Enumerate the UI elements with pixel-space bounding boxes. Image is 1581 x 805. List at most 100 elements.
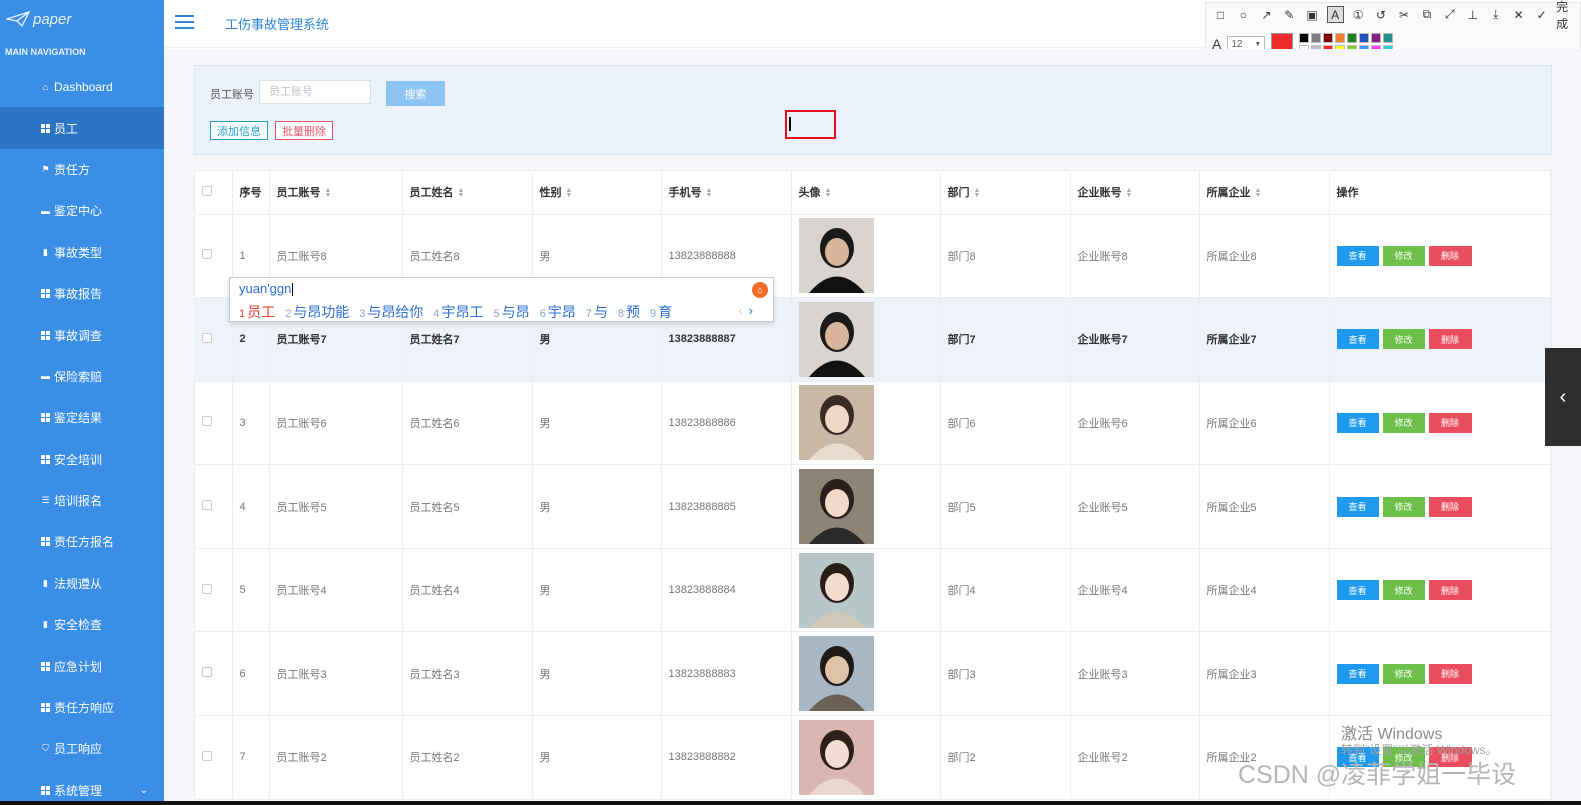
edit-button[interactable]: 修改 bbox=[1382, 329, 1425, 350]
avatar-photo[interactable] bbox=[798, 301, 874, 377]
view-button[interactable]: 查看 bbox=[1336, 412, 1379, 433]
sidebar-item[interactable]: ⛉ 员工响应 bbox=[0, 728, 164, 769]
avatar-photo[interactable] bbox=[798, 552, 874, 628]
table-row[interactable]: 5 员工账号4 员工姓名4 男 13823888884 部门4 企业账号4 所属企业4 查看 修改… bbox=[195, 548, 1551, 633]
avatar-photo[interactable] bbox=[798, 636, 874, 712]
ime-logo-icon[interactable]: ⌂ bbox=[752, 282, 768, 298]
rectangle-tool-icon[interactable]: □ bbox=[1212, 6, 1229, 23]
sort-icon[interactable]: ▲ ▼ bbox=[706, 187, 713, 199]
sidebar-item[interactable]: ▬ 保险索赔 bbox=[0, 356, 164, 397]
sort-icon[interactable]: ▲ ▼ bbox=[325, 187, 332, 199]
row-checkbox[interactable] bbox=[202, 416, 212, 427]
table-row[interactable]: 4 员工账号5 员工姓名5 男 13823888885 部门5 企业账号5 所属企业5 查看 修改… bbox=[195, 464, 1551, 549]
chevron-left-icon[interactable]: ‹ bbox=[738, 303, 742, 318]
row-checkbox[interactable] bbox=[202, 583, 212, 594]
palette-swatch[interactable] bbox=[1359, 33, 1370, 43]
sidebar-item[interactable]: 鉴定结果 bbox=[0, 397, 164, 438]
delete-button[interactable]: 删除 bbox=[1428, 663, 1472, 684]
row-checkbox[interactable] bbox=[202, 249, 212, 260]
sidebar-item[interactable]: 安全培训 bbox=[0, 439, 164, 480]
sort-icon[interactable]: ▲ ▼ bbox=[974, 187, 981, 199]
annotation-rectangle[interactable] bbox=[785, 110, 836, 139]
table-row[interactable]: 3 员工账号6 员工姓名6 男 13823888886 部门6 企业账号6 所属企业6 查看 修改… bbox=[195, 381, 1551, 466]
sidebar-item[interactable]: ▮ 安全检查 bbox=[0, 604, 164, 645]
ellipse-tool-icon[interactable]: ○ bbox=[1235, 6, 1252, 23]
sidebar-item[interactable]: ▮ 事故类型 bbox=[0, 232, 164, 273]
sort-icon[interactable]: ▲ ▼ bbox=[1126, 187, 1133, 199]
avatar-photo[interactable] bbox=[798, 218, 874, 294]
delete-button[interactable]: 删除 bbox=[1428, 412, 1472, 433]
select-all-checkbox[interactable] bbox=[202, 185, 212, 196]
ime-candidate[interactable]: 8预 bbox=[618, 302, 640, 322]
edit-button[interactable]: 修改 bbox=[1382, 580, 1425, 601]
side-panel-toggle[interactable]: ‹ bbox=[1545, 348, 1581, 446]
hamburger-menu-icon[interactable] bbox=[175, 15, 194, 29]
edit-button[interactable]: 修改 bbox=[1382, 663, 1425, 684]
col-header-corp[interactable]: 所属企业 ▲ ▼ bbox=[1199, 171, 1330, 215]
arrow-tool-icon[interactable]: ↗ bbox=[1258, 6, 1275, 23]
col-header-corp-account[interactable]: 企业账号 ▲ ▼ bbox=[1070, 171, 1200, 215]
sidebar-item[interactable]: ⌂ Dashboard bbox=[0, 66, 164, 107]
ime-candidate[interactable]: 9育 bbox=[650, 302, 672, 322]
palette-swatch[interactable] bbox=[1371, 33, 1382, 43]
pin-icon[interactable]: ⊥ bbox=[1464, 6, 1481, 23]
sort-icon[interactable]: ▲ ▼ bbox=[825, 187, 832, 199]
chevron-right-icon[interactable]: › bbox=[749, 303, 753, 318]
col-header-avatar[interactable]: 头像 ▲ ▼ bbox=[791, 171, 941, 215]
palette-swatch[interactable] bbox=[1335, 33, 1346, 43]
col-header-phone[interactable]: 手机号 ▲ ▼ bbox=[661, 171, 792, 215]
ime-candidate[interactable]: 1 员工 bbox=[239, 302, 275, 322]
delete-button[interactable]: 删除 bbox=[1428, 245, 1472, 266]
ime-candidate[interactable]: 2 与昂功能 bbox=[285, 302, 349, 322]
pen-tool-icon[interactable]: ✎ bbox=[1281, 6, 1298, 23]
delete-button[interactable]: 删除 bbox=[1428, 580, 1472, 601]
sidebar-item[interactable]: 系统管理 ⌄ bbox=[0, 770, 164, 805]
download-icon[interactable]: ⤓ bbox=[1487, 6, 1504, 23]
close-icon[interactable]: ✕ bbox=[1510, 6, 1527, 23]
col-header-account[interactable]: 员工账号 ▲ ▼ bbox=[269, 171, 403, 215]
sidebar-item[interactable]: 事故报告 bbox=[0, 273, 164, 314]
avatar-photo[interactable] bbox=[798, 385, 874, 461]
view-button[interactable]: 查看 bbox=[1336, 496, 1379, 517]
batch-delete-button[interactable]: 批量删除 bbox=[275, 121, 333, 140]
row-checkbox[interactable] bbox=[202, 500, 212, 511]
delete-button[interactable]: 删除 bbox=[1428, 496, 1472, 517]
ime-candidate[interactable]: 6 宇昂 bbox=[540, 302, 576, 322]
view-button[interactable]: 查看 bbox=[1336, 245, 1379, 266]
view-button[interactable]: 查看 bbox=[1336, 580, 1379, 601]
sidebar-item[interactable]: ☰ 培训报名 bbox=[0, 480, 164, 521]
sidebar-item[interactable]: 事故调查 bbox=[0, 314, 164, 355]
col-header-gender[interactable]: 性别 ▲ ▼ bbox=[532, 171, 662, 215]
edit-button[interactable]: 修改 bbox=[1382, 496, 1425, 517]
avatar-photo[interactable] bbox=[798, 719, 874, 795]
sidebar-item[interactable]: ▬ 鉴定中心 bbox=[0, 190, 164, 231]
check-icon[interactable]: ✓ bbox=[1533, 6, 1550, 23]
sort-icon[interactable]: ▲ ▼ bbox=[458, 187, 465, 199]
expand-icon[interactable]: ⤢ bbox=[1441, 6, 1458, 23]
col-header-name[interactable]: 员工姓名 ▲ ▼ bbox=[402, 171, 533, 215]
palette-swatch[interactable] bbox=[1383, 33, 1394, 43]
sidebar-item[interactable]: 员工 bbox=[0, 107, 164, 149]
done-label[interactable]: 完成 bbox=[1556, 0, 1580, 31]
edit-button[interactable]: 修改 bbox=[1382, 245, 1425, 266]
account-search-input[interactable]: 员工账号 bbox=[259, 80, 371, 104]
edit-button[interactable]: 修改 bbox=[1382, 412, 1425, 433]
text-tool-icon[interactable]: A bbox=[1326, 6, 1344, 23]
undo-icon[interactable]: ↺ bbox=[1373, 6, 1390, 23]
palette-swatch[interactable] bbox=[1347, 33, 1358, 43]
sort-icon[interactable]: ▲ ▼ bbox=[1255, 187, 1262, 199]
row-checkbox[interactable] bbox=[202, 332, 212, 343]
row-checkbox[interactable] bbox=[202, 667, 212, 678]
avatar-photo[interactable] bbox=[798, 469, 874, 545]
delete-button[interactable]: 删除 bbox=[1428, 329, 1472, 350]
mosaic-tool-icon[interactable]: ▣ bbox=[1304, 6, 1321, 23]
view-button[interactable]: 查看 bbox=[1336, 329, 1379, 350]
col-header-dept[interactable]: 部门 ▲ ▼ bbox=[940, 171, 1071, 215]
sidebar-item[interactable]: 应急计划 bbox=[0, 645, 164, 686]
ime-candidate[interactable]: 4 宇昂工 bbox=[433, 302, 483, 322]
search-button[interactable]: 搜索 bbox=[386, 81, 445, 106]
sidebar-item[interactable]: ⚑ 责任方 bbox=[0, 149, 164, 190]
palette-swatch[interactable] bbox=[1323, 33, 1334, 43]
sort-icon[interactable]: ▲ ▼ bbox=[566, 187, 573, 199]
chevron-down-icon[interactable]: ⌄ bbox=[140, 785, 148, 796]
